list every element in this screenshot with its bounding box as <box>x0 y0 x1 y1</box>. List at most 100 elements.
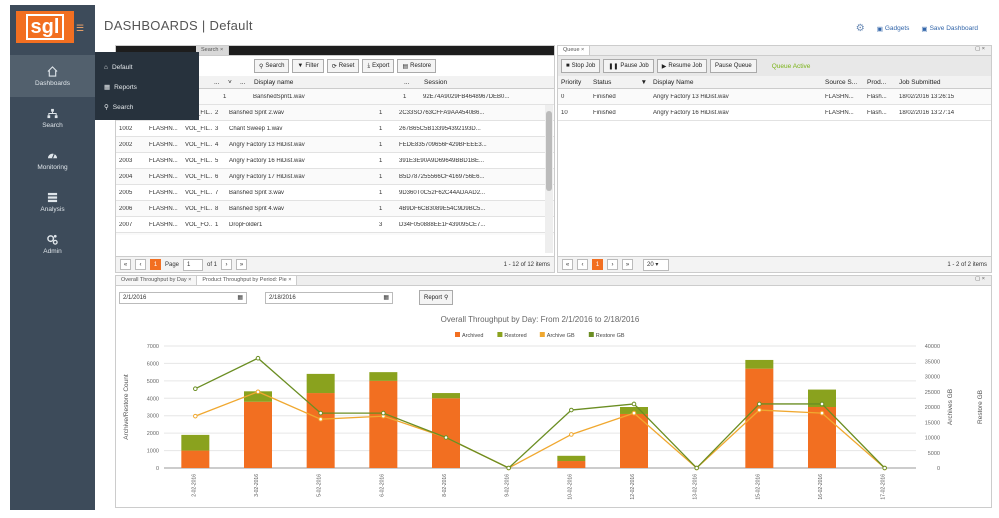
home-icon <box>47 65 58 77</box>
table-row[interactable]: 2008FLASHN...VOL_FIL...5Chant Sweep 2.wa… <box>116 233 554 235</box>
table-cell: VOL_FIL... <box>185 141 212 148</box>
page-info: 1 - 12 of 12 items <box>503 261 550 268</box>
next-page-button[interactable]: › <box>607 259 618 270</box>
table-cell: Angry Factory 13 HiDist.wav <box>229 141 305 148</box>
panel-window-controls[interactable]: ▢ × <box>975 46 991 55</box>
table-cell: 1 <box>379 125 383 132</box>
resume-job-button[interactable]: ▶ Resume Job <box>656 59 708 73</box>
column-header-source[interactable]: Source S... <box>822 79 864 86</box>
date-from-field[interactable]: 2/1/2016 ▦ <box>119 291 247 304</box>
next-page-button[interactable]: › <box>221 259 233 270</box>
last-page-button[interactable]: » <box>622 259 633 270</box>
settings-icon[interactable]: ⚙ <box>856 23 865 34</box>
column-header[interactable]: ... <box>211 79 225 86</box>
table-cell: Chant Sweep 1.wav <box>229 125 283 132</box>
column-header[interactable]: ... <box>237 79 251 86</box>
table-row[interactable]: 2007 FLASHN... VOL_FO... 1 DropFolder1 3 D34F0… <box>116 217 554 233</box>
table-row[interactable]: 2006 FLASHN... VOL_FIL... 8 Banshed Sprit 4.… <box>116 201 554 217</box>
last-page-button[interactable]: » <box>236 259 248 270</box>
page-size-select[interactable]: 20 ▾ <box>643 258 669 271</box>
y2-tick-label: 15000 <box>925 420 940 426</box>
legend-item: Restore GB <box>596 333 625 339</box>
column-header-job-submitted[interactable]: Job Submitted <box>896 79 986 86</box>
pause-queue-button[interactable]: Pause Queue <box>710 59 757 73</box>
line-point <box>569 432 574 437</box>
calendar-icon[interactable]: ▦ <box>237 294 243 301</box>
export-button[interactable]: ⤓ Export <box>362 59 395 73</box>
prev-page-button[interactable]: ‹ <box>577 259 588 270</box>
menu-icon[interactable]: ☰ <box>76 23 84 34</box>
search-grid-scrollbar[interactable] <box>545 105 553 253</box>
flyout-item-reports[interactable]: ▦ Reports <box>95 77 199 97</box>
table-cell: Finished <box>593 109 616 116</box>
sidebar-item-dashboards[interactable]: Dashboards <box>10 55 95 97</box>
table-row[interactable]: 1002 FLASHN... VOL_FIL... 3 Chant Sweep 1.wa… <box>116 121 554 137</box>
sidebar-item-search[interactable]: Search <box>10 97 95 139</box>
first-page-button[interactable]: « <box>562 259 573 270</box>
bar-archived <box>808 407 836 468</box>
table-row[interactable]: 2004 FLASHN... VOL_FIL... 6 Angry Factory 17… <box>116 169 554 185</box>
y-tick-label: 7000 <box>147 344 159 350</box>
pause-job-button[interactable]: ❚❚ Pause Job <box>603 59 654 73</box>
cell-display-name: BanshedSprit1.wav <box>253 93 305 100</box>
flyout-item-default[interactable]: ⌂ Default <box>95 57 199 77</box>
table-cell: 2003 <box>119 157 133 164</box>
table-row[interactable]: 2003 FLASHN... VOL_FIL... 5 Angry Factory 16… <box>116 153 554 169</box>
column-header-priority[interactable]: Priority <box>558 79 590 86</box>
page-button[interactable]: 1 <box>592 259 603 270</box>
restore-button[interactable]: ▤ Restore <box>397 59 437 73</box>
panel-window-controls[interactable]: ▢ × <box>975 276 991 285</box>
gadgets-button[interactable]: ▣ Gadgets <box>877 25 910 33</box>
gadgets-icon: ▣ <box>876 25 883 33</box>
column-header-session[interactable]: Session <box>421 79 531 86</box>
tab-overall-throughput[interactable]: Overall Throughput by Day × <box>116 276 198 285</box>
search-button[interactable]: ⚲ Search <box>254 59 290 73</box>
filter-icon[interactable]: ▼ <box>641 79 650 86</box>
sidebar-nav: Dashboards Search Monitoring Analysis Ad… <box>10 55 95 265</box>
stop-job-button[interactable]: ■ Stop Job <box>561 59 601 73</box>
page-label: Page <box>165 261 180 268</box>
page-input[interactable]: 1 <box>183 258 204 271</box>
reset-button[interactable]: ⟳ Reset <box>326 59 360 73</box>
tab-label: Product Throughput by Period: Pie <box>202 277 287 283</box>
y-tick-label: 3000 <box>147 414 159 420</box>
column-menu-icon[interactable]: ˅ <box>225 79 237 86</box>
save-dashboard-button[interactable]: ▣ Save Dashboard <box>921 25 978 33</box>
table-row[interactable]: 0 Finished Angry Factory 13 HiDist.wav FLAS… <box>558 89 991 105</box>
button-label: Stop Job <box>571 63 596 69</box>
table-row[interactable]: 2005 FLASHN... VOL_FIL... 7 Banshed Sprit 3.… <box>116 185 554 201</box>
sidebar-item-analysis[interactable]: Analysis <box>10 181 95 223</box>
line-point <box>694 465 699 471</box>
report-button[interactable]: Report ⚲ <box>419 290 454 305</box>
calendar-icon[interactable]: ▦ <box>383 294 389 301</box>
first-page-button[interactable]: « <box>120 259 131 270</box>
column-header[interactable]: ... <box>401 79 421 86</box>
sidebar-item-monitoring[interactable]: Monitoring <box>10 139 95 181</box>
table-cell: Banshed Sprit 4.wav <box>229 205 285 212</box>
page-button[interactable]: 1 <box>150 259 161 270</box>
button-label: Filter <box>305 63 319 69</box>
line-point <box>255 355 261 361</box>
scrollbar-thumb[interactable] <box>546 111 552 191</box>
filter-button[interactable]: ▼ Filter <box>292 59 324 73</box>
tab-product-throughput[interactable]: Product Throughput by Period: Pie × <box>197 276 298 285</box>
column-header-status[interactable]: Status ▼ <box>590 79 650 86</box>
sidebar-item-label: Admin <box>43 247 62 255</box>
table-cell: 1 <box>379 205 383 212</box>
button-label: Export <box>372 63 390 69</box>
column-header-display-name[interactable]: Display Name <box>650 79 822 86</box>
table-row[interactable]: 2002 FLASHN... VOL_FIL... 4 Angry Factory 13… <box>116 137 554 153</box>
sidebar-item-admin[interactable]: Admin <box>10 223 95 265</box>
flyout-item-search[interactable]: ⚲ Search <box>95 97 199 117</box>
column-header-display-name[interactable]: Display name <box>251 79 401 86</box>
tab-search[interactable]: Search × <box>196 46 230 55</box>
tab-queue[interactable]: Queue × <box>558 46 591 55</box>
logo[interactable]: sgl <box>16 11 74 43</box>
date-to-field[interactable]: 2/18/2016 ▦ <box>265 291 393 304</box>
prev-page-button[interactable]: ‹ <box>135 259 146 270</box>
column-header-product[interactable]: Prod... <box>864 79 896 86</box>
page-title: DASHBOARDS | Default <box>104 18 253 33</box>
table-cell: VOL_FIL... <box>185 205 212 212</box>
bar-chart-icon: ▦ <box>104 84 111 91</box>
table-row[interactable]: 10 Finished Angry Factory 16 HiDist.wav FLA… <box>558 105 991 121</box>
